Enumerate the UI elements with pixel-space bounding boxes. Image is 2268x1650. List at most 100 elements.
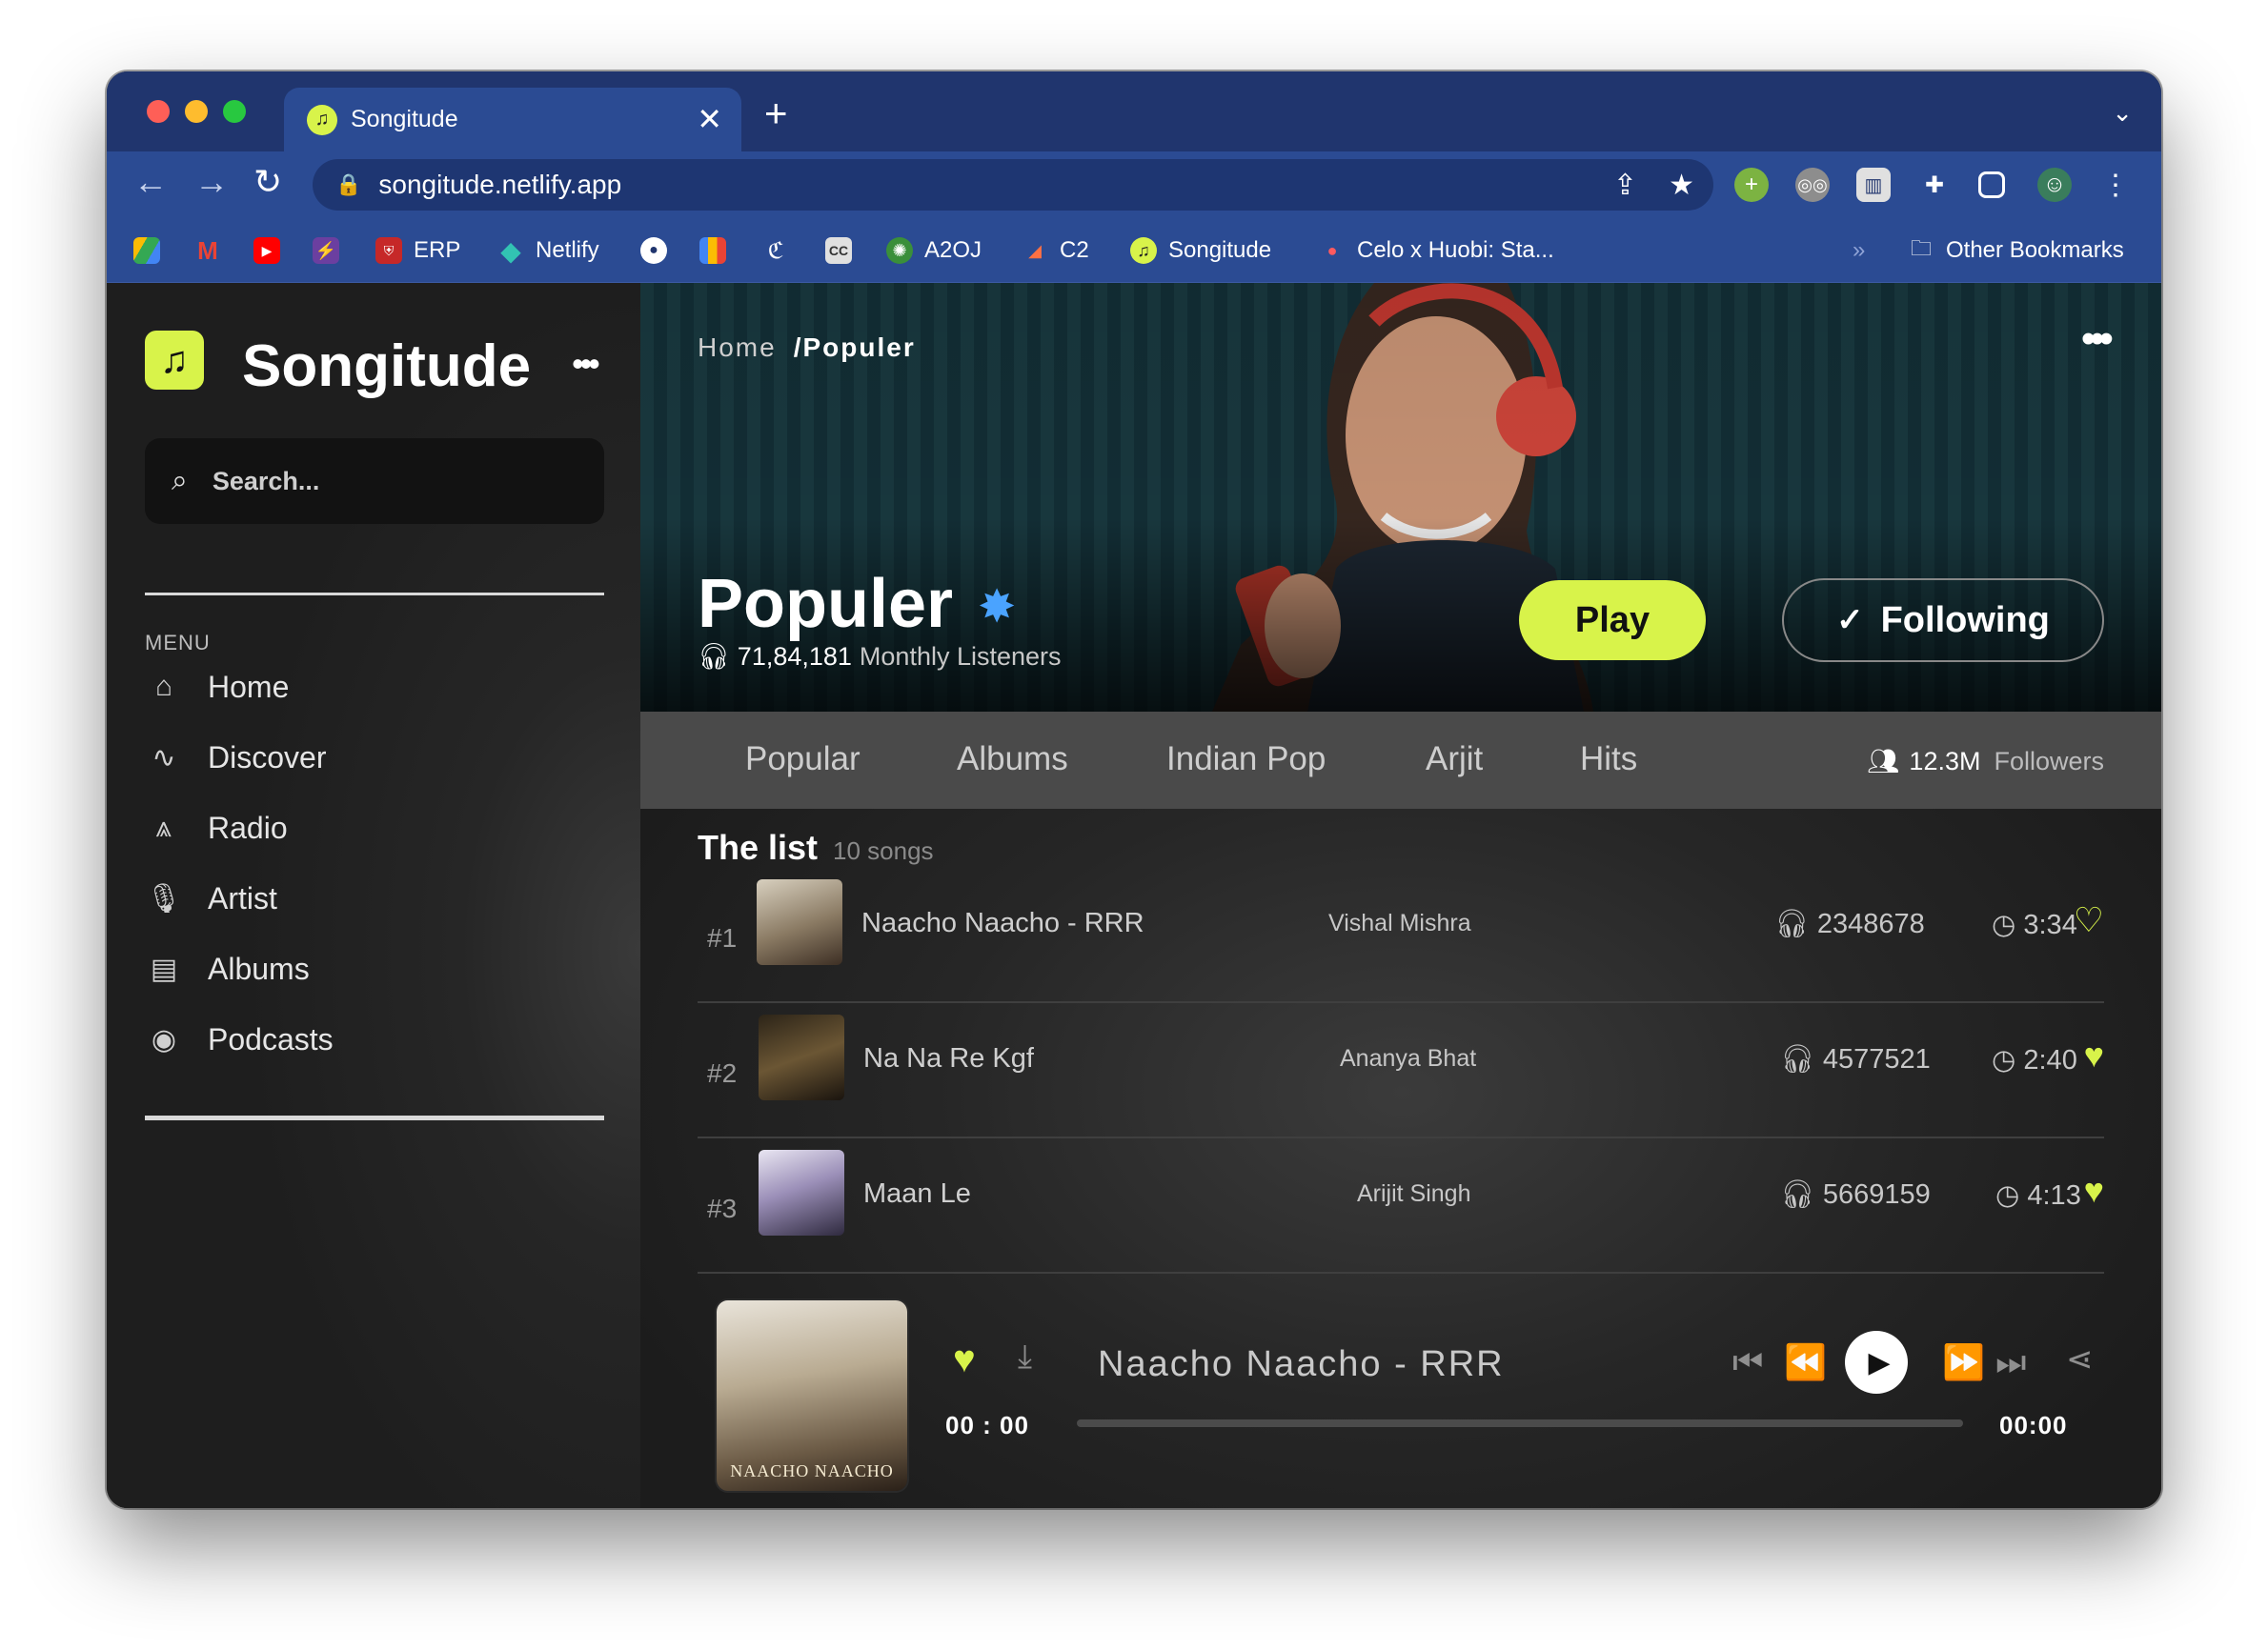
progress-bar[interactable] [1077, 1419, 1963, 1427]
bookmark-erp[interactable]: ⛨ ERP [375, 233, 460, 268]
maximize-window-button[interactable] [223, 100, 246, 123]
tab-strip: ♫ Songitude ✕ + ⌄ [107, 71, 2161, 151]
extensions-puzzle-icon[interactable]: ✚ [1917, 168, 1952, 202]
sidebar-item-home[interactable]: ⌂ Home [145, 658, 289, 715]
now-playing-cover: NAACHO NAACHO [717, 1300, 907, 1491]
share-icon[interactable]: ⋖ [2066, 1340, 2094, 1378]
other-bookmarks[interactable]: 🗀 Other Bookmarks [1908, 233, 2124, 268]
now-playing-title: Naacho Naacho - RRR [1098, 1344, 1505, 1384]
tab-albums[interactable]: Albums [957, 740, 1068, 778]
hero-more-icon[interactable]: ••• [2081, 315, 2114, 363]
like-heart-filled-icon[interactable]: ♥ [2084, 1036, 2104, 1076]
tab-popular[interactable]: Popular [745, 740, 861, 778]
artist-title: Populer [698, 566, 954, 642]
song-rank: #3 [707, 1194, 738, 1223]
bookmarks-overflow[interactable]: » [1853, 233, 1865, 268]
song-artist[interactable]: Vishal Mishra [1328, 910, 1471, 937]
reload-icon[interactable]: ↻ [253, 163, 282, 201]
share-icon[interactable]: ⇪ [1613, 169, 1637, 202]
song-artist[interactable]: Ananya Bhat [1340, 1045, 1476, 1073]
tab-arjit[interactable]: Arjit [1426, 740, 1483, 778]
tab-hits[interactable]: Hits [1580, 740, 1637, 778]
bookmark-github[interactable]: ● [640, 233, 678, 268]
bookmark-bolt[interactable]: ⚡ [313, 233, 351, 268]
a2oj-icon: ✺ [886, 237, 913, 264]
bookmark-a2oj[interactable]: ✺ A2OJ [886, 233, 982, 268]
podcast-icon: ◉ [151, 1023, 177, 1056]
player-like-heart-icon[interactable]: ♥ [953, 1338, 976, 1381]
bookmark-label: Netlify [536, 237, 599, 263]
bookmark-codechef[interactable]: ℭ [762, 233, 800, 268]
breadcrumb-home[interactable]: Home [698, 332, 777, 362]
browser-tab[interactable]: ♫ Songitude ✕ [284, 88, 741, 151]
sidebar-more-icon[interactable]: ••• [572, 344, 600, 384]
following-button[interactable]: ✓ Following [1782, 578, 2104, 662]
search-box[interactable]: ⌕ Search... [145, 438, 604, 524]
folder-icon: 🗀 [1910, 236, 1932, 260]
like-heart-outline-icon[interactable]: ♡ [2074, 900, 2104, 940]
browser-menu-icon[interactable]: ⋮ [2098, 168, 2133, 202]
browser-chrome: ♫ Songitude ✕ + ⌄ ← → ↻ 🔒 songitude.netl… [107, 71, 2161, 283]
cc-icon: CC [825, 237, 852, 264]
bookmark-star-icon[interactable]: ★ [1669, 169, 1694, 202]
followers-count: 12.3M [1909, 747, 1981, 775]
home-icon: ⌂ [154, 671, 173, 702]
like-heart-filled-icon[interactable]: ♥ [2084, 1171, 2104, 1211]
profile-avatar-icon[interactable]: ☺ [2037, 168, 2072, 202]
monthly-listeners: 🎧︎ 71,84,181 Monthly Listeners [698, 641, 1062, 672]
extension-owl-icon[interactable]: ◎◎ [1795, 168, 1830, 202]
bookmark-gmail[interactable]: M [194, 233, 233, 268]
search-input[interactable]: Search... [213, 467, 320, 496]
close-window-button[interactable] [147, 100, 170, 123]
address-bar[interactable]: 🔒 songitude.netlify.app ⇪ ★ [313, 159, 1713, 211]
skip-next-icon[interactable]: ⏭ [1995, 1342, 2026, 1383]
table-row[interactable]: #2 Na Na Re Kgf Ananya Bhat 🎧︎ 4577521 ◷… [698, 1003, 2104, 1138]
bookmark-songitude[interactable]: ♫ Songitude [1130, 233, 1271, 268]
songitude-logo-icon: ♫ [145, 331, 204, 390]
bolt-icon: ⚡ [313, 237, 339, 264]
bookmark-chart[interactable] [699, 233, 738, 268]
song-thumbnail [759, 1150, 844, 1236]
song-title[interactable]: Na Na Re Kgf [863, 1043, 1034, 1075]
play-button[interactable]: Play [1519, 580, 1706, 660]
bookmark-netlify[interactable]: ◆ Netlify [497, 233, 599, 268]
sidebar-item-podcasts[interactable]: ◉ Podcasts [145, 1011, 334, 1068]
player-play-button[interactable]: ▶ [1845, 1331, 1908, 1394]
plays-count: 5669159 [1822, 1179, 1931, 1210]
sidebar-item-albums[interactable]: ▤ Albums [145, 940, 310, 997]
close-tab-icon[interactable]: ✕ [697, 103, 722, 135]
song-artist[interactable]: Arijit Singh [1357, 1180, 1471, 1208]
song-title[interactable]: Naacho Naacho - RRR [861, 908, 1144, 939]
drive-icon [133, 237, 160, 264]
tab-search-chevron-icon[interactable]: ⌄ [2112, 98, 2133, 128]
skip-previous-icon[interactable]: ⏮ [1732, 1342, 1763, 1383]
tab-indian-pop[interactable]: Indian Pop [1166, 740, 1326, 778]
new-tab-icon[interactable]: + [764, 93, 788, 133]
bookmark-youtube[interactable]: ▶ [253, 233, 292, 268]
bookmark-drive[interactable] [133, 233, 172, 268]
sidebar-item-radio[interactable]: ⩓ Radio [145, 799, 288, 856]
table-row[interactable]: #3 Maan Le Arijit Singh 🎧︎ 5669159 ◷ 4:1… [698, 1138, 2104, 1274]
side-panel-icon[interactable] [1978, 171, 2005, 198]
bookmark-cc[interactable]: CC [825, 233, 863, 268]
bookmark-label: Songitude [1168, 237, 1272, 263]
download-icon[interactable]: ⤓ [1018, 1338, 1032, 1376]
song-plays: 🎧︎ 2348678 [1774, 908, 1925, 940]
extension-bars-icon[interactable]: ▥ [1856, 168, 1891, 202]
rewind-icon[interactable]: ⏪ [1784, 1342, 1827, 1382]
back-icon[interactable]: ← [133, 163, 168, 201]
sidebar-item-label: Albums [208, 951, 310, 986]
song-plays: 🎧︎ 5669159 [1780, 1178, 1931, 1211]
song-title[interactable]: Maan Le [863, 1178, 971, 1210]
bookmark-c2[interactable]: ◢ C2 [1022, 233, 1089, 268]
song-thumbnail [757, 879, 842, 965]
forward-icon[interactable]: → [194, 163, 229, 201]
sidebar-item-discover[interactable]: ∿ Discover [145, 729, 326, 786]
table-row[interactable]: #1 Naacho Naacho - RRR Vishal Mishra 🎧︎ … [698, 868, 2104, 1003]
fast-forward-icon[interactable]: ⏩ [1942, 1342, 1985, 1382]
bookmark-celo[interactable]: ● Celo x Huobi: Sta... [1319, 233, 1554, 268]
extension-plus-icon[interactable]: + [1734, 168, 1769, 202]
sidebar-item-artist[interactable]: 🎙 Artist [145, 870, 277, 927]
minimize-window-button[interactable] [185, 100, 208, 123]
pulse-icon: ∿ [152, 741, 176, 774]
